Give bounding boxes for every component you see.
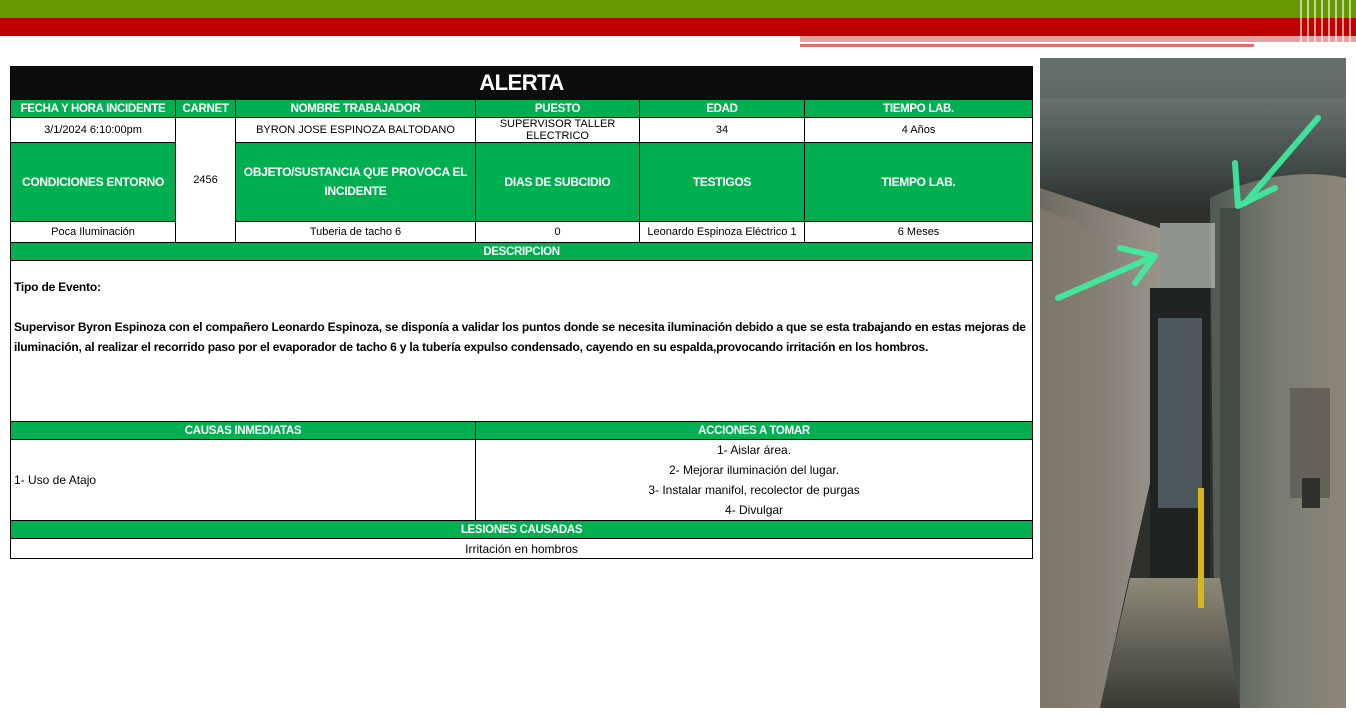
value-edad: 34 <box>639 117 805 143</box>
value-row-2: Poca Iluminación Tuberia de tacho 6 0 Le… <box>10 221 1034 243</box>
value-tiempo-lab-2: 6 Meses <box>803 221 1034 243</box>
top-band-line <box>0 36 800 38</box>
value-objeto: Tuberia de tacho 6 <box>235 221 476 243</box>
header-dias: DIAS DE SUBCIDIO <box>475 142 640 222</box>
header-fecha: FECHA Y HORA INCIDENTE <box>10 99 176 118</box>
action-item: 4- Divulgar <box>725 503 784 517</box>
header-tiempo-lab-2: TIEMPO LAB. <box>803 142 1034 222</box>
value-nombre: BYRON JOSE ESPINOZA BALTODANO <box>235 117 476 143</box>
corner-stripes <box>1300 0 1356 60</box>
header-row-2: CONDICIONES ENTORNO OBJETO/SUSTANCIA QUE… <box>10 142 1034 222</box>
top-band-green <box>0 0 1356 18</box>
incident-photo-image <box>1040 58 1346 708</box>
header-row-1: FECHA Y HORA INCIDENTE CARNET NOMBRE TRA… <box>10 99 1034 118</box>
form-title: ALERTA <box>9 66 1034 100</box>
header-descripcion: DESCRIPCION <box>9 242 1034 261</box>
event-description: Supervisor Byron Espinoza con el compañe… <box>14 320 1026 354</box>
causes-cell: 1- Uso de Atajo <box>10 439 476 521</box>
incident-photo <box>1040 58 1346 708</box>
action-item: 1- Aislar área. <box>717 443 792 457</box>
action-item: 2- Mejorar iluminación del lugar. <box>668 463 840 477</box>
header-objeto: OBJETO/SUSTANCIA QUE PROVOCA EL INCIDENT… <box>235 142 476 222</box>
injuries-cell: Irritación en hombros <box>9 538 1034 559</box>
header-lesiones: LESIONES CAUSADAS <box>9 520 1034 539</box>
top-band-accent-thin <box>800 44 1254 47</box>
header-nombre: NOMBRE TRABAJADOR <box>235 99 476 118</box>
header-edad: EDAD <box>639 99 805 118</box>
header-acciones: ACCIONES A TOMAR <box>474 421 1034 440</box>
description-cell: Tipo de Evento: Supervisor Byron Espinoz… <box>9 260 1034 422</box>
value-testigos: Leonardo Espinoza Eléctrico 1 <box>639 221 805 243</box>
top-band-accent <box>800 36 1356 42</box>
actions-cell: 1- Aislar área. 2- Mejorar iluminación d… <box>474 439 1034 521</box>
header-condiciones: CONDICIONES ENTORNO <box>10 142 176 222</box>
value-dias: 0 <box>475 221 640 243</box>
event-type-label: Tipo de Evento: <box>14 280 101 294</box>
value-row-1: 3/1/2024 6:10:00pm 2456 BYRON JOSE ESPIN… <box>10 117 1034 243</box>
header-carnet: CARNET <box>175 99 236 118</box>
value-carnet: 2456 <box>175 117 236 243</box>
value-tiempo-lab: 4 Años <box>803 117 1034 143</box>
top-band-red <box>0 18 1356 36</box>
header-puesto: PUESTO <box>475 99 640 118</box>
header-testigos: TESTIGOS <box>639 142 805 222</box>
value-puesto: SUPERVISOR TALLER ELECTRICO <box>475 117 640 143</box>
header-causas: CAUSAS INMEDIATAS <box>10 421 476 440</box>
alert-form-table: ALERTA FECHA Y HORA INCIDENTE CARNET NOM… <box>9 66 1034 559</box>
action-item: 3- Instalar manifol, recolector de purga… <box>648 483 860 497</box>
value-fecha: 3/1/2024 6:10:00pm <box>10 117 176 143</box>
value-condiciones: Poca Iluminación <box>10 221 176 243</box>
header-tiempo-lab: TIEMPO LAB. <box>803 99 1034 118</box>
